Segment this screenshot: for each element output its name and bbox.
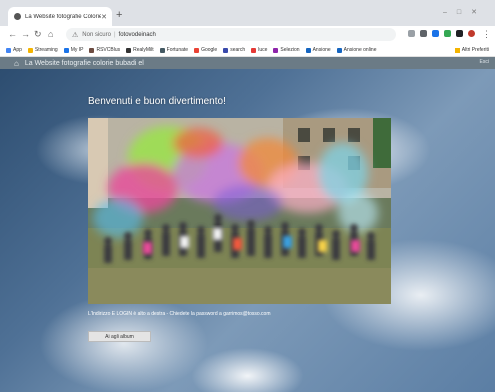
google-icon — [194, 47, 200, 53]
avatar[interactable] — [468, 30, 475, 37]
bookmark-icon — [126, 47, 132, 53]
bookmark-icon — [251, 47, 257, 53]
security-label: Non sicuro — [82, 31, 111, 38]
bookmark-item[interactable]: search — [223, 47, 245, 53]
bookmark-item[interactable]: Ansione online — [336, 47, 376, 53]
bookmarks-bar: App Streaming My IP RSVCBlus RealyMilt F… — [0, 44, 495, 57]
bookmark-icon — [273, 47, 279, 53]
url-text: fotovodeinach — [118, 31, 156, 38]
browser-toolbar: ← → ↻ ⌂ ⚠ Non sicuro | fotovodeinach ⋮ — [0, 26, 495, 44]
home-icon[interactable]: ⌂ — [14, 59, 19, 68]
login-notice: L'Indirizzo E LOGIN è alto a destra - Ch… — [88, 311, 271, 317]
bookmark-icon — [63, 47, 69, 53]
main-content: Benvenuti e buon divertimento! L'Indiriz… — [0, 69, 495, 392]
address-bar[interactable]: ⚠ Non sicuro | fotovodeinach — [66, 28, 396, 41]
tab-title: La Website fotografie Colorie... — [25, 13, 102, 20]
window-controls[interactable]: –□✕ — [443, 8, 487, 16]
bookmark-item[interactable]: App — [6, 47, 22, 53]
folder-icon — [27, 47, 33, 53]
close-tab-icon[interactable]: ✕ — [101, 13, 107, 21]
bookmark-item[interactable]: RSVCBlus — [89, 47, 120, 53]
other-bookmarks[interactable]: Altri Preferiti — [454, 44, 489, 56]
browser-tab[interactable]: La Website fotografie Colorie... ✕ — [8, 7, 112, 26]
warning-icon[interactable]: ⚠ — [72, 31, 78, 39]
extension-icon[interactable] — [432, 30, 439, 37]
new-tab-icon[interactable]: + — [116, 9, 122, 21]
menu-icon[interactable]: ⋮ — [482, 29, 491, 40]
apps-icon — [6, 47, 11, 53]
bookmark-item[interactable]: Fortunate — [159, 47, 188, 53]
site-header: ⌂ La Website fotografie colorie bubadi e… — [0, 57, 495, 69]
go-to-albums-button[interactable]: Ai agli album — [88, 331, 151, 342]
bookmark-icon — [305, 47, 311, 53]
bookmark-item[interactable]: Selezion — [273, 47, 300, 53]
forward-icon[interactable]: → — [21, 29, 30, 39]
bookmark-icon — [223, 47, 229, 53]
star-icon[interactable] — [408, 30, 415, 37]
bookmark-icon — [336, 47, 342, 53]
hero-photo — [88, 118, 391, 304]
bookmark-item[interactable]: luce — [251, 47, 267, 53]
bookmark-item[interactable]: Streaming — [27, 47, 58, 53]
home-icon[interactable]: ⌂ — [48, 29, 53, 39]
back-icon[interactable]: ← — [8, 29, 17, 39]
reload-icon[interactable]: ↻ — [34, 29, 42, 40]
welcome-heading: Benvenuti e buon divertimento! — [88, 96, 226, 107]
bookmark-icon — [159, 47, 165, 53]
bookmark-item[interactable]: Ansione — [305, 47, 331, 53]
bookmark-item[interactable]: My IP — [63, 47, 83, 53]
folder-icon — [454, 47, 460, 53]
extension-icon[interactable] — [456, 30, 463, 37]
bookmark-item[interactable]: Google — [194, 47, 217, 53]
browser-tab-bar: La Website fotografie Colorie... ✕ + –□✕ — [0, 0, 495, 26]
bookmark-icon — [89, 47, 95, 53]
url-separator: | — [113, 31, 116, 38]
bookmark-item[interactable]: RealyMilt — [126, 47, 154, 53]
logout-link[interactable]: Esci — [480, 59, 489, 65]
extension-icon[interactable] — [444, 30, 451, 37]
extension-icon[interactable] — [420, 30, 427, 37]
site-title[interactable]: La Website fotografie colorie bubadi el — [25, 60, 144, 67]
tab-favicon-icon — [14, 13, 21, 20]
